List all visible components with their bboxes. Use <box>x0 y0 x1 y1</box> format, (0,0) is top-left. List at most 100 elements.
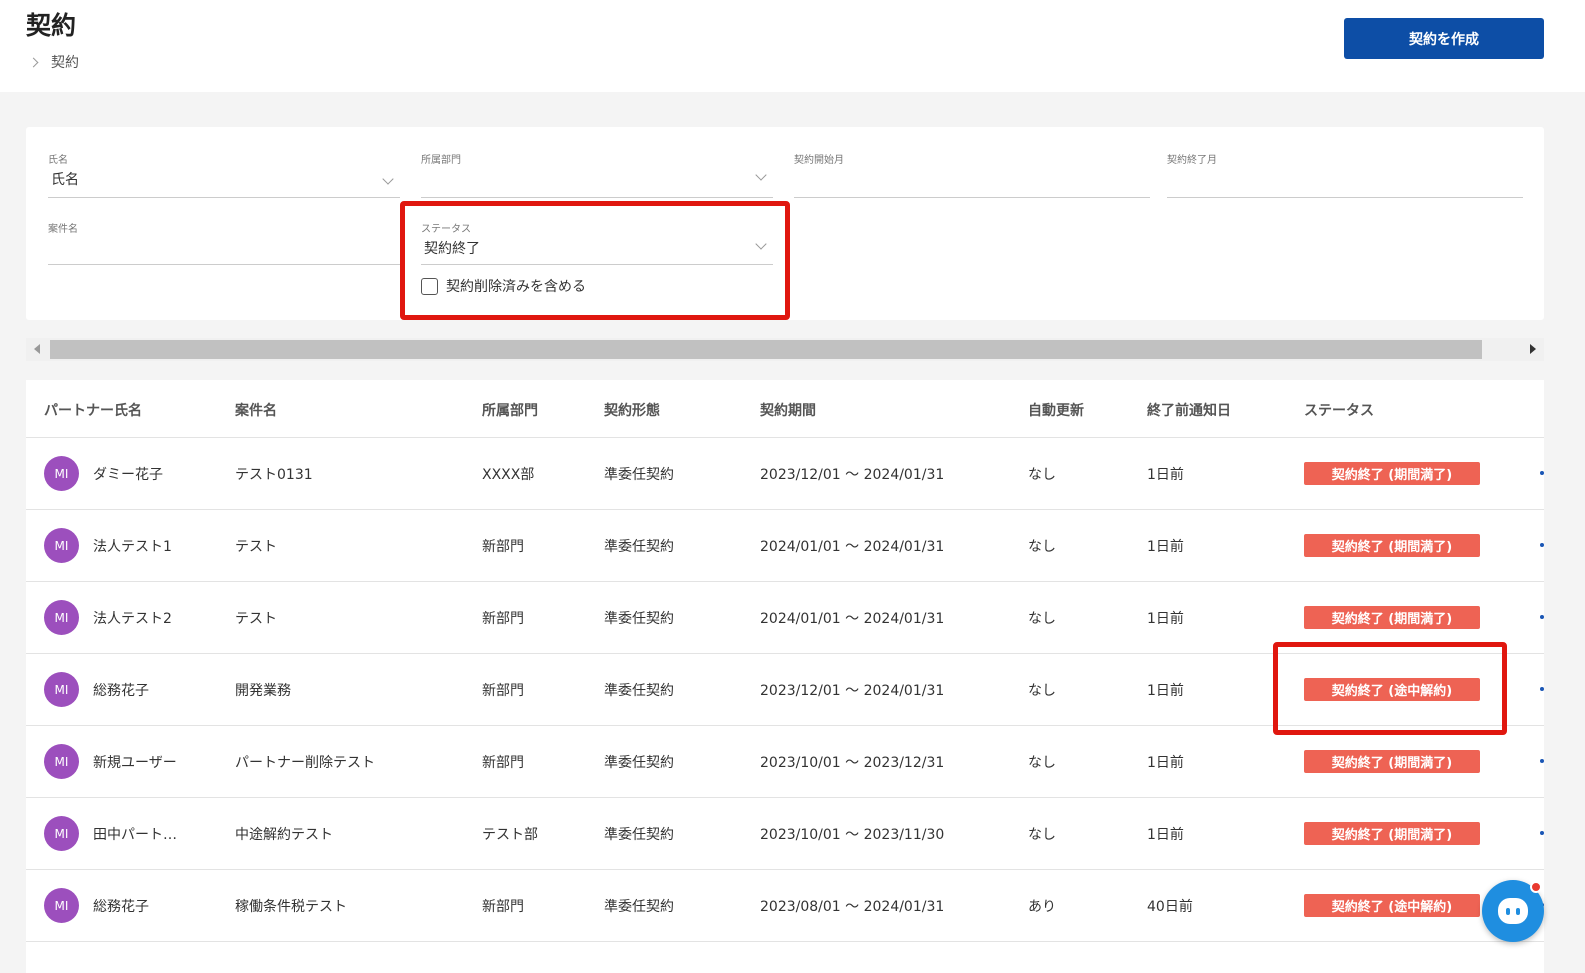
end-month-filter[interactable]: 契約終了月 <box>1167 151 1523 198</box>
contract-type: 準委任契約 <box>604 755 674 771</box>
row-menu-icon[interactable] <box>1540 615 1544 619</box>
breadcrumb: 契約 <box>28 52 79 72</box>
table-header: パートナー氏名 案件名 所属部門 契約形態 契約期間 自動更新 終了前通知日 ス… <box>26 380 1544 438</box>
status-badge: 契約終了 (期間満了) <box>1304 750 1480 773</box>
column-header: ステータス <box>1304 403 1374 419</box>
contract-type: 準委任契約 <box>604 827 674 843</box>
row-menu-icon[interactable] <box>1540 543 1544 547</box>
column-header: 契約期間 <box>760 403 816 419</box>
column-header: 案件名 <box>235 403 277 419</box>
auto-renew: なし <box>1028 827 1056 843</box>
project-name: 開発業務 <box>235 683 291 699</box>
department: XXXX部 <box>482 467 535 483</box>
auto-renew: なし <box>1028 467 1056 483</box>
end-month-label: 契約終了月 <box>1167 155 1217 166</box>
department: 新部門 <box>482 683 524 699</box>
avatar: MI <box>44 600 79 635</box>
avatar: MI <box>44 672 79 707</box>
row-menu-icon[interactable] <box>1540 471 1544 475</box>
chevron-right-icon <box>28 57 39 67</box>
partner-name: 新規ユーザー <box>93 755 177 771</box>
partner-name: 法人テスト1 <box>93 539 172 555</box>
column-header: パートナー氏名 <box>44 403 142 419</box>
chevron-down-icon <box>382 173 394 185</box>
project-filter-label: 案件名 <box>48 224 78 235</box>
row-menu-icon[interactable] <box>1540 759 1544 763</box>
contract-period: 2023/12/01 〜 2024/01/31 <box>760 467 945 483</box>
auto-renew: なし <box>1028 755 1056 771</box>
contract-type: 準委任契約 <box>604 899 674 915</box>
department: 新部門 <box>482 539 524 555</box>
table-row[interactable]: MI 田中パート… 中途解約テスト テスト部 準委任契約 2023/10/01 … <box>26 798 1544 870</box>
name-filter-label: 氏名 <box>48 155 68 166</box>
table-row[interactable]: MI 総務花子 稼働条件税テスト 新部門 準委任契約 2023/08/01 〜 … <box>26 870 1544 942</box>
contract-period: 2024/01/01 〜 2024/01/31 <box>760 539 945 555</box>
breadcrumb-item[interactable]: 契約 <box>51 52 79 72</box>
notice-date: 1日前 <box>1147 539 1184 555</box>
start-month-filter[interactable]: 契約開始月 <box>794 151 1150 198</box>
row-menu-icon[interactable] <box>1540 831 1544 835</box>
table-row[interactable]: MI 新規ユーザー パートナー削除テスト 新部門 準委任契約 2023/10/0… <box>26 726 1544 798</box>
avatar: MI <box>44 744 79 779</box>
scroll-right-icon[interactable] <box>1530 344 1536 354</box>
contract-type: 準委任契約 <box>604 467 674 483</box>
partner-name: 法人テスト2 <box>93 611 172 627</box>
status-badge: 契約終了 (期間満了) <box>1304 534 1480 557</box>
name-filter-value: 氏名 <box>51 172 79 188</box>
status-filter-highlight <box>400 201 790 320</box>
department-filter-label: 所属部門 <box>421 155 461 166</box>
department: 新部門 <box>482 899 524 915</box>
auto-renew: なし <box>1028 611 1056 627</box>
column-header: 契約形態 <box>604 403 660 419</box>
contract-period: 2023/10/01 〜 2023/11/30 <box>760 827 945 843</box>
contract-period: 2023/12/01 〜 2024/01/31 <box>760 683 945 699</box>
chevron-down-icon <box>755 169 767 181</box>
department-filter[interactable]: 所属部門 <box>421 151 773 198</box>
partner-name: 田中パート… <box>93 827 177 843</box>
column-header: 終了前通知日 <box>1147 403 1231 419</box>
department: 新部門 <box>482 611 524 627</box>
notice-date: 1日前 <box>1147 683 1184 699</box>
avatar: MI <box>44 456 79 491</box>
status-badge: 契約終了 (期間満了) <box>1304 462 1480 485</box>
column-header: 所属部門 <box>482 403 538 419</box>
auto-renew: なし <box>1028 683 1056 699</box>
notification-dot <box>1530 881 1542 893</box>
contract-period: 2023/08/01 〜 2024/01/31 <box>760 899 945 915</box>
avatar: MI <box>44 888 79 923</box>
table-row[interactable]: MI 法人テスト1 テスト 新部門 準委任契約 2024/01/01 〜 202… <box>26 510 1544 582</box>
contract-type: 準委任契約 <box>604 611 674 627</box>
table-row[interactable]: MI ダミー花子 テスト0131 XXXX部 準委任契約 2023/12/01 … <box>26 438 1544 510</box>
name-filter[interactable]: 氏名 氏名 <box>48 151 400 198</box>
contract-period: 2024/01/01 〜 2024/01/31 <box>760 611 945 627</box>
page-header: 契約 契約 契約を作成 <box>0 0 1585 92</box>
project-name: テスト <box>235 611 277 627</box>
project-name: テスト <box>235 539 277 555</box>
status-badge: 契約終了 (途中解約) <box>1304 894 1480 917</box>
status-badge: 契約終了 (期間満了) <box>1304 822 1480 845</box>
auto-renew: あり <box>1028 899 1056 915</box>
create-contract-button[interactable]: 契約を作成 <box>1344 18 1544 59</box>
start-month-label: 契約開始月 <box>794 155 844 166</box>
avatar: MI <box>44 528 79 563</box>
avatar: MI <box>44 816 79 851</box>
notice-date: 1日前 <box>1147 467 1184 483</box>
department: 新部門 <box>482 755 524 771</box>
auto-renew: なし <box>1028 539 1056 555</box>
department: テスト部 <box>482 827 538 843</box>
horizontal-scrollbar[interactable] <box>26 338 1544 361</box>
partner-name: 総務花子 <box>93 899 149 915</box>
chat-icon <box>1498 898 1528 924</box>
partner-name: 総務花子 <box>93 683 149 699</box>
status-badge: 契約終了 (期間満了) <box>1304 606 1480 629</box>
page-title: 契約 <box>26 11 77 40</box>
row-menu-icon[interactable] <box>1540 687 1544 691</box>
contract-period: 2023/10/01 〜 2023/12/31 <box>760 755 945 771</box>
scrollbar-thumb[interactable] <box>50 340 1482 359</box>
contract-type: 準委任契約 <box>604 539 674 555</box>
scroll-left-icon[interactable] <box>34 344 40 354</box>
notice-date: 40日前 <box>1147 899 1193 915</box>
project-name: 中途解約テスト <box>235 827 333 843</box>
project-name: パートナー削除テスト <box>235 755 375 771</box>
project-filter[interactable]: 案件名 <box>48 220 400 265</box>
